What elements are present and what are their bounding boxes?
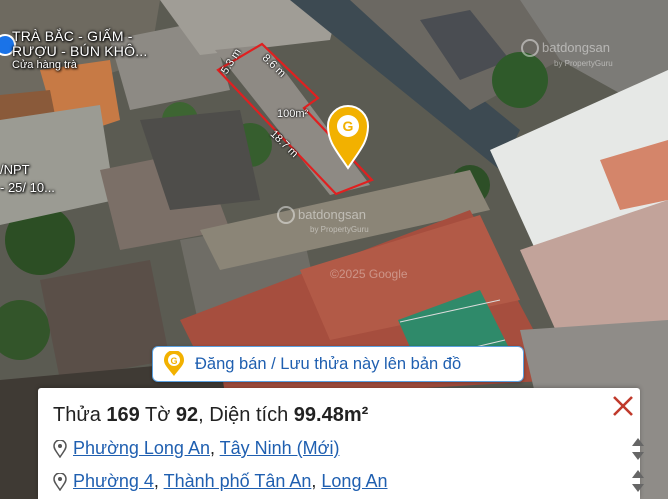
- city-link[interactable]: Thành phố Tân An: [164, 471, 312, 491]
- address-new: Phường Long An, Tây Ninh (Mới): [53, 438, 339, 459]
- area-value: 99.48m²: [293, 404, 369, 426]
- province-link[interactable]: Tây Ninh (Mới): [220, 438, 340, 458]
- parcel-area-label: 100m²: [277, 108, 309, 120]
- parcel-info-panel: Thửa 169 Tờ 92, Diện tích 99.48m² Phường…: [38, 388, 644, 499]
- parcel-summary: Thửa 169 Tờ 92, Diện tích 99.48m²: [53, 404, 369, 426]
- province-link[interactable]: Long An: [321, 471, 387, 491]
- map-pin-icon: [53, 439, 67, 458]
- svg-text:batdongsan: batdongsan: [542, 40, 610, 55]
- scroll-arrows-icon[interactable]: [630, 436, 646, 462]
- poi-edge-label-1[interactable]: /NPT: [0, 162, 30, 177]
- lot-number: 169: [106, 404, 140, 426]
- post-parcel-button[interactable]: G Đăng bán / Lưu thửa này lên bản đồ: [152, 346, 524, 382]
- svg-text:G: G: [170, 356, 177, 366]
- svg-text:batdongsan: batdongsan: [298, 207, 366, 222]
- address-old: Phường 4, Thành phố Tân An, Long An: [53, 471, 387, 492]
- ward-link[interactable]: Phường Long An: [73, 438, 210, 458]
- svg-text:by PropertyGuru: by PropertyGuru: [554, 59, 613, 68]
- ward-link[interactable]: Phường 4: [73, 471, 154, 491]
- svg-text:G: G: [343, 118, 354, 134]
- post-parcel-button-label: Đăng bán / Lưu thửa này lên bản đồ: [195, 354, 462, 373]
- poi-edge-label-2[interactable]: - 25/ 10...: [0, 180, 55, 195]
- poi-title-line1[interactable]: TRÀ BẮC - GIẤM -: [12, 28, 133, 44]
- sheet-number: 92: [175, 404, 199, 426]
- location-pin-g-icon: G: [164, 351, 184, 376]
- scroll-arrows-icon[interactable]: [630, 468, 646, 494]
- google-copyright: ©2025 Google: [330, 267, 408, 281]
- poi-subtitle: Cửa hàng trà: [12, 59, 77, 71]
- close-icon[interactable]: [610, 393, 636, 419]
- svg-text:by PropertyGuru: by PropertyGuru: [310, 225, 369, 234]
- poi-title-line2[interactable]: RƯỢU - BÚN KHÔ...: [12, 43, 147, 59]
- map-pin-icon: [53, 472, 67, 491]
